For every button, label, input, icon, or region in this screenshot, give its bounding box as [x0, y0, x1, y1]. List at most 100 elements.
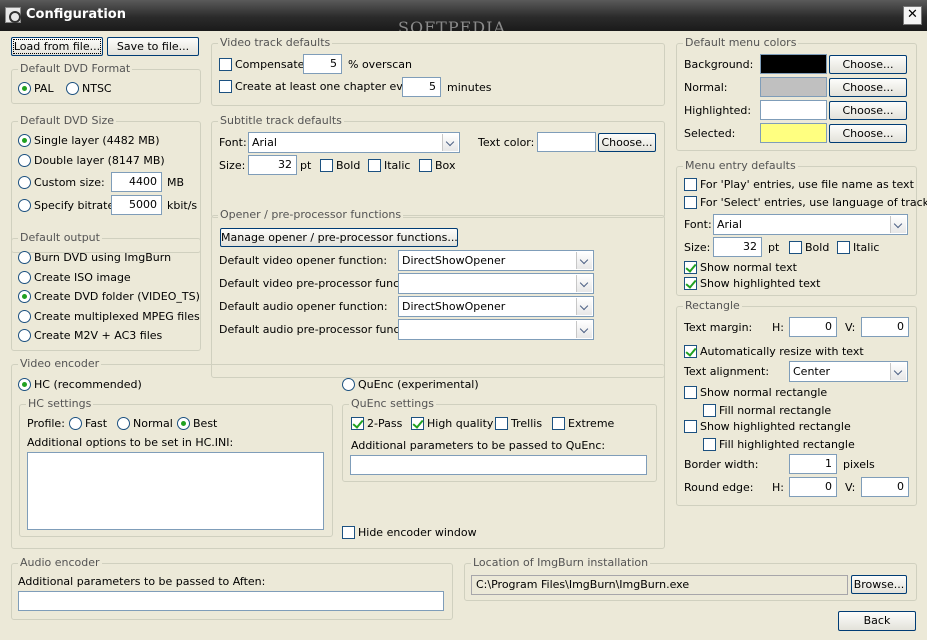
fill-normal-rect-label: Fill normal rectangle	[719, 404, 832, 417]
margin-v-label: V:	[845, 321, 856, 334]
output-folder-radio[interactable]	[18, 290, 31, 303]
menu-font-select[interactable]: Arial	[713, 214, 908, 235]
output-iso-radio[interactable]	[18, 271, 31, 284]
show-highlighted-rect-label: Show highlighted rectangle	[700, 420, 851, 433]
hc-options-textarea[interactable]	[27, 452, 324, 530]
subtitle-italic-label: Italic	[384, 159, 411, 172]
browse-button[interactable]: Browse...	[851, 575, 907, 594]
audio-pre-select[interactable]	[398, 319, 594, 340]
show-highlighted-rect-checkbox[interactable]	[684, 420, 697, 433]
margin-h-input[interactable]: 0	[789, 317, 837, 337]
ntsc-radio[interactable]	[66, 82, 79, 95]
hide-encoder-checkbox[interactable]	[342, 526, 355, 539]
compensate-checkbox[interactable]	[219, 58, 232, 71]
text-alignment-label: Text alignment:	[684, 365, 770, 378]
chevron-down-icon[interactable]	[442, 134, 458, 151]
quenc-params-input[interactable]	[350, 455, 647, 475]
high-quality-checkbox[interactable]	[411, 417, 424, 430]
custom-size-radio[interactable]	[18, 176, 31, 189]
single-layer-radio[interactable]	[18, 134, 31, 147]
title-bar[interactable]: Configuration SOFTPEDIA ✕	[0, 0, 927, 37]
hc-radio[interactable]	[18, 378, 31, 391]
close-icon[interactable]: ✕	[903, 6, 922, 25]
show-normal-text-checkbox[interactable]	[684, 261, 697, 274]
aften-params-input[interactable]	[18, 591, 444, 611]
chevron-down-icon[interactable]	[576, 321, 592, 338]
menu-italic-checkbox[interactable]	[837, 241, 850, 254]
auto-resize-checkbox[interactable]	[684, 345, 697, 358]
trellis-checkbox[interactable]	[495, 417, 508, 430]
video-opener-label: Default video opener function:	[219, 254, 388, 267]
quenc-label: QuEnc (experimental)	[358, 378, 479, 391]
round-v-input[interactable]: 0	[861, 477, 909, 497]
show-normal-rect-checkbox[interactable]	[684, 386, 697, 399]
subtitle-font-select[interactable]: Arial	[248, 132, 460, 153]
extreme-checkbox[interactable]	[552, 417, 565, 430]
text-alignment-value: Center	[793, 365, 831, 378]
chevron-down-icon[interactable]	[576, 275, 592, 292]
profile-normal-radio[interactable]	[117, 417, 130, 430]
custom-size-input[interactable]: 4400	[111, 172, 162, 192]
profile-fast-radio[interactable]	[69, 417, 82, 430]
subtitle-italic-checkbox[interactable]	[368, 159, 381, 172]
chevron-down-icon[interactable]	[576, 252, 592, 269]
background-choose-button[interactable]: Choose...	[829, 55, 907, 74]
chevron-down-icon[interactable]	[890, 363, 906, 380]
profile-normal-label: Normal	[133, 417, 173, 430]
configuration-window: Configuration SOFTPEDIA ✕ Load from file…	[0, 0, 927, 640]
fill-highlighted-rect-checkbox[interactable]	[703, 438, 716, 451]
pal-radio[interactable]	[18, 82, 31, 95]
select-entries-checkbox[interactable]	[684, 196, 697, 209]
chevron-down-icon[interactable]	[890, 216, 906, 233]
highlighted-color-swatch	[760, 100, 827, 120]
normal-choose-button[interactable]: Choose...	[829, 78, 907, 97]
chapter-interval-input[interactable]: 5	[402, 77, 441, 97]
profile-best-radio[interactable]	[177, 417, 190, 430]
subtitle-box-label: Box	[435, 159, 456, 172]
border-width-input[interactable]: 1	[789, 454, 837, 474]
video-pre-select[interactable]	[398, 273, 594, 294]
load-from-file-button[interactable]: Load from file...	[11, 37, 103, 56]
manage-opener-button[interactable]: Manage opener / pre-processor functions.…	[220, 228, 458, 247]
text-color-swatch	[537, 132, 596, 152]
audio-pre-label: Default audio pre-processor function:	[219, 323, 425, 336]
save-to-file-button[interactable]: Save to file...	[107, 37, 199, 56]
highlighted-choose-button[interactable]: Choose...	[829, 101, 907, 120]
back-button[interactable]: Back	[838, 611, 916, 631]
menu-size-input[interactable]: 32	[713, 237, 762, 257]
text-color-choose-button[interactable]: Choose...	[598, 133, 656, 152]
subtitle-size-input[interactable]: 32	[248, 155, 297, 175]
play-entries-label: For 'Play' entries, use file name as tex…	[700, 178, 914, 191]
double-layer-radio[interactable]	[18, 154, 31, 167]
quenc-radio[interactable]	[342, 378, 355, 391]
extreme-label: Extreme	[568, 417, 615, 430]
output-m2v-label: Create M2V + AC3 files	[34, 329, 163, 342]
app-icon	[5, 7, 21, 23]
fill-normal-rect-checkbox[interactable]	[703, 404, 716, 417]
chevron-down-icon[interactable]	[576, 298, 592, 315]
output-m2v-radio[interactable]	[18, 329, 31, 342]
subtitle-box-checkbox[interactable]	[419, 159, 432, 172]
audio-opener-select[interactable]: DirectShowOpener	[398, 296, 594, 317]
show-highlighted-text-checkbox[interactable]	[684, 277, 697, 290]
menu-bold-checkbox[interactable]	[789, 241, 802, 254]
output-burn-radio[interactable]	[18, 251, 31, 264]
play-entries-checkbox[interactable]	[684, 178, 697, 191]
margin-v-input[interactable]: 0	[861, 317, 909, 337]
bitrate-input[interactable]: 5000	[111, 195, 162, 215]
overscan-input[interactable]: 5	[303, 54, 342, 74]
selected-choose-button[interactable]: Choose...	[829, 124, 907, 143]
video-opener-select[interactable]: DirectShowOpener	[398, 250, 594, 271]
specify-bitrate-radio[interactable]	[18, 199, 31, 212]
two-pass-checkbox[interactable]	[351, 417, 364, 430]
subtitle-bold-checkbox[interactable]	[320, 159, 333, 172]
output-mpeg-radio[interactable]	[18, 310, 31, 323]
output-burn-label: Burn DVD using ImgBurn	[34, 251, 172, 264]
chapter-checkbox[interactable]	[219, 80, 232, 93]
round-edge-label: Round edge:	[684, 481, 754, 494]
imgburn-path-field[interactable]: C:\Program Files\ImgBurn\ImgBurn.exe	[471, 575, 848, 595]
text-alignment-select[interactable]: Center	[789, 361, 908, 382]
round-h-input[interactable]: 0	[789, 477, 837, 497]
output-mpeg-label: Create multiplexed MPEG files	[34, 310, 200, 323]
audio-opener-value: DirectShowOpener	[402, 300, 506, 313]
